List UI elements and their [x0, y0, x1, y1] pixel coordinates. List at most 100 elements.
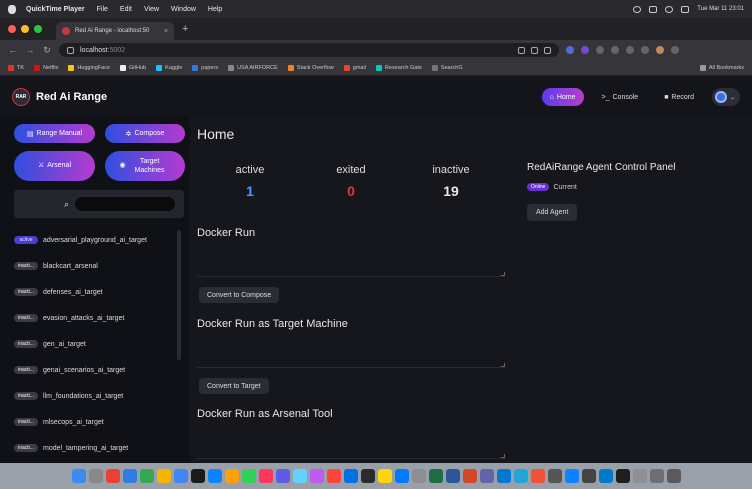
app-icon[interactable] — [105, 469, 120, 483]
app-icon[interactable] — [292, 469, 307, 483]
downloads-icon[interactable] — [649, 469, 664, 483]
reload-button[interactable]: ↻ — [42, 45, 52, 56]
app-icon[interactable] — [258, 469, 273, 483]
browser-tab-red-ai-range[interactable]: Red Ai Range - localhost:50 × — [56, 22, 174, 40]
compose-button[interactable]: ✲ Compose — [105, 124, 185, 143]
cast-icon[interactable] — [518, 46, 525, 54]
list-item[interactable]: inacti... model_tampering_ai_target — [14, 435, 180, 461]
bookmark-item[interactable]: USA AIRFORCE — [228, 64, 278, 71]
app-icon[interactable] — [530, 469, 545, 483]
app-icon[interactable] — [156, 469, 171, 483]
app-icon[interactable] — [309, 469, 324, 483]
extension-icon[interactable] — [611, 46, 619, 54]
zoom-window-button[interactable] — [34, 25, 42, 33]
back-button[interactable]: ← — [8, 45, 18, 55]
app-icon[interactable] — [275, 469, 290, 483]
settings-icon[interactable] — [411, 469, 426, 483]
extension-icon[interactable] — [581, 46, 589, 54]
docker-run-arsenal-textarea[interactable] — [197, 425, 505, 459]
list-item[interactable]: inacti... defenses_ai_target — [14, 279, 180, 305]
menubar-item-file[interactable]: File — [97, 6, 108, 13]
user-menu[interactable]: ⌄ — [712, 88, 740, 106]
app-icon[interactable] — [139, 469, 154, 483]
app-icon[interactable] — [326, 469, 341, 483]
tab-close-icon[interactable]: × — [164, 28, 168, 35]
list-item[interactable]: inacti... blackcart_arsenal — [14, 253, 180, 279]
app-icon[interactable] — [122, 469, 137, 483]
convert-to-compose-button[interactable]: Convert to Compose — [199, 287, 280, 303]
excel-icon[interactable] — [428, 469, 443, 483]
minimize-window-button[interactable] — [21, 25, 29, 33]
site-info-icon[interactable] — [67, 46, 74, 54]
app-icon[interactable] — [564, 469, 579, 483]
arsenal-button[interactable]: ⚔ Arsenal — [14, 151, 95, 181]
nav-console-button[interactable]: >_ Console — [594, 88, 647, 106]
messages-icon[interactable] — [241, 469, 256, 483]
bookmark-item[interactable]: SearchG — [431, 64, 463, 71]
extension-icon[interactable] — [596, 46, 604, 54]
menubar-item-window[interactable]: Window — [171, 6, 196, 13]
bookmark-item[interactable]: Kaggle — [156, 64, 182, 71]
list-item[interactable]: inacti... gen_ai_target — [14, 331, 180, 357]
list-item[interactable]: inacti... evasion_attacks_ai_target — [14, 305, 180, 331]
menubar-item-edit[interactable]: Edit — [120, 6, 132, 13]
nav-record-button[interactable]: ■ Record — [656, 88, 702, 106]
resize-grip-icon[interactable] — [501, 363, 505, 367]
app-store-icon[interactable] — [394, 469, 409, 483]
powerpoint-icon[interactable] — [462, 469, 477, 483]
bookmark-item[interactable]: Stack Overflow — [287, 64, 334, 71]
add-agent-button[interactable]: Add Agent — [527, 204, 578, 221]
app-icon[interactable] — [343, 469, 358, 483]
app-icon[interactable] — [581, 469, 596, 483]
list-item[interactable]: inacti... llm_foundations_ai_target — [14, 383, 180, 409]
range-manual-button[interactable]: ▤ Range Manual — [14, 124, 95, 143]
convert-to-target-button[interactable]: Convert to Target — [199, 378, 269, 394]
finder-icon[interactable] — [71, 469, 86, 483]
docker-run-target-textarea[interactable] — [197, 334, 505, 368]
menubar-item-view[interactable]: View — [144, 6, 159, 13]
terminal-app-icon[interactable] — [190, 469, 205, 483]
bookmark-star-icon[interactable] — [544, 46, 551, 54]
profile-avatar-icon[interactable] — [656, 46, 664, 54]
bookmark-item[interactable]: Research Gate — [375, 64, 422, 71]
menubar-app-name[interactable]: QuickTime Player — [26, 6, 85, 13]
trash-icon[interactable] — [666, 469, 681, 483]
vscode-icon[interactable] — [598, 469, 613, 483]
docker-run-textarea[interactable] — [197, 243, 505, 277]
app-icon[interactable] — [207, 469, 222, 483]
sidebar-toggle-icon[interactable] — [641, 46, 649, 54]
bookmark-item[interactable]: HuggingFace — [68, 64, 110, 71]
app-logo[interactable]: RAR — [12, 88, 30, 106]
bookmark-item[interactable]: Netflix — [34, 64, 58, 71]
extension-icon[interactable] — [566, 46, 574, 54]
notes-icon[interactable] — [377, 469, 392, 483]
app-icon[interactable] — [224, 469, 239, 483]
bookmark-item[interactable]: GitHub — [120, 64, 146, 71]
bookmark-item[interactable]: gmail — [343, 64, 366, 71]
apple-icon[interactable] — [8, 4, 16, 14]
list-item[interactable]: inacti... genai_scenarios_ai_target — [14, 357, 180, 383]
control-center-icon[interactable] — [681, 5, 690, 13]
close-window-button[interactable] — [8, 25, 16, 33]
word-icon[interactable] — [445, 469, 460, 483]
menubar-clock[interactable]: Tue Mar 11 23:01 — [697, 6, 744, 12]
all-bookmarks-folder[interactable]: All Bookmarks — [699, 64, 744, 71]
more-menu-icon[interactable] — [671, 46, 679, 54]
bookmark-item[interactable]: TK — [8, 64, 24, 71]
address-bar[interactable]: localhost:5002 — [59, 43, 559, 57]
outlook-icon[interactable] — [496, 469, 511, 483]
search-input[interactable] — [75, 197, 176, 211]
launchpad-icon[interactable] — [88, 469, 103, 483]
resize-grip-icon[interactable] — [501, 454, 505, 458]
share-icon[interactable] — [531, 46, 538, 54]
app-icon[interactable] — [513, 469, 528, 483]
new-tab-button[interactable]: + — [182, 23, 188, 35]
menubar-item-help[interactable]: Help — [208, 6, 222, 13]
list-item[interactable]: active adversarial_playground_ai_target — [14, 227, 180, 253]
sidebar-scrollbar[interactable] — [177, 230, 181, 360]
battery-icon[interactable] — [649, 5, 658, 13]
app-icon[interactable] — [360, 469, 375, 483]
extensions-puzzle-icon[interactable] — [626, 46, 634, 54]
forward-button[interactable]: → — [25, 45, 35, 55]
teams-icon[interactable] — [479, 469, 494, 483]
